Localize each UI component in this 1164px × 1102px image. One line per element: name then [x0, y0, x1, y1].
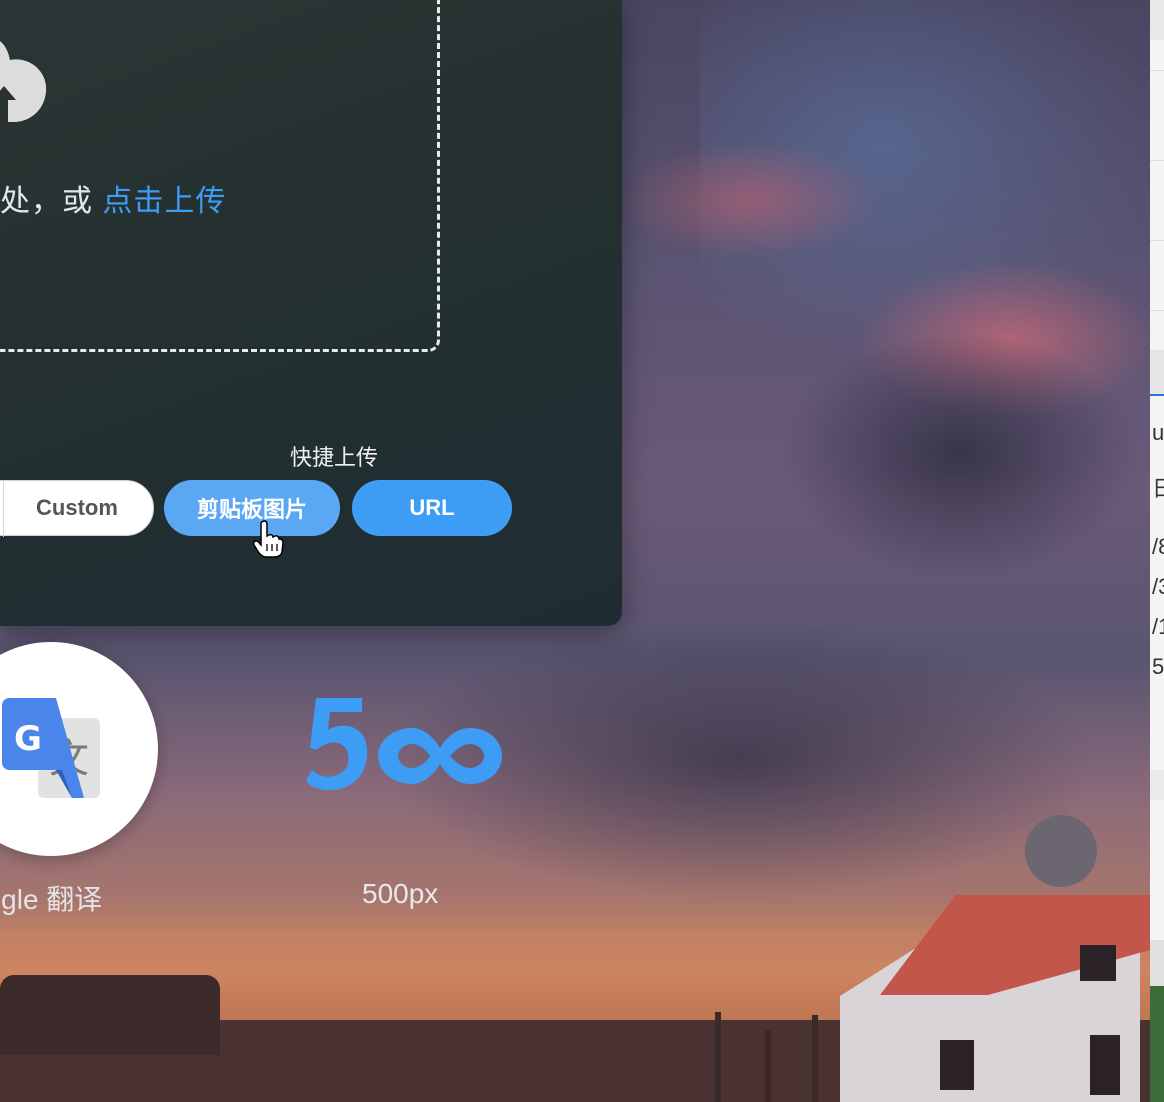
url-button-label: URL — [409, 495, 455, 520]
url-upload-button[interactable]: URL — [352, 480, 512, 536]
hand-pointer-cursor-icon — [252, 520, 284, 558]
window-strip — [1150, 0, 1164, 40]
upload-instruction: 处，或 点击上传 — [0, 176, 226, 220]
divider — [1150, 70, 1164, 71]
500px-label[interactable]: 500px — [362, 878, 438, 910]
cloud-upload-icon — [0, 41, 47, 122]
utility-pole — [765, 1030, 771, 1102]
house-window — [1090, 1035, 1120, 1095]
500px-logo-icon[interactable] — [304, 694, 504, 798]
text-fragment: 5 — [1152, 654, 1164, 679]
house-window — [1080, 945, 1116, 981]
street-sign — [1025, 815, 1097, 887]
divider — [1150, 160, 1164, 161]
window-strip — [1150, 940, 1164, 986]
click-upload-link[interactable]: 点击上传 — [102, 185, 226, 218]
selection-bar — [1150, 394, 1164, 396]
custom-upload-button[interactable]: Custom — [0, 480, 154, 537]
utility-pole — [715, 1012, 721, 1102]
text-fragment: /1 — [1152, 614, 1164, 639]
button-divider — [3, 481, 4, 537]
custom-button-label: Custom — [36, 495, 118, 520]
background-window: ue 日 /8 /3 /1 5 — [1150, 0, 1164, 1102]
upload-panel: 处，或 点击上传 快捷上传 Custom 剪贴板图片 URL — [0, 0, 622, 626]
divider — [1150, 240, 1164, 241]
text-fragment: 日 — [1152, 476, 1164, 501]
divider — [1150, 310, 1164, 311]
thumbnail — [1150, 986, 1164, 1102]
utility-pole — [812, 1015, 818, 1102]
dark-cloud — [780, 330, 1140, 580]
window-strip — [1150, 770, 1164, 800]
google-translate-label[interactable]: oogle 翻译 — [0, 878, 102, 918]
desktop-background: ue 日 /8 /3 /1 5 处，或 点击上传 快捷上传 Custom 剪贴板… — [0, 0, 1164, 1102]
sunset-glow — [620, 140, 880, 260]
building-silhouette — [0, 975, 220, 1055]
text-fragment: ue — [1152, 420, 1164, 445]
upload-prompt-text: 处，或 — [0, 185, 103, 218]
window-strip — [1150, 350, 1164, 394]
house-window — [940, 1040, 974, 1090]
text-fragment: /3 — [1152, 574, 1164, 599]
svg-text:G: G — [14, 719, 42, 759]
text-fragment: /8 — [1152, 534, 1164, 559]
google-translate-icon[interactable]: 文 G — [0, 694, 104, 804]
quick-upload-label: 快捷上传 — [290, 445, 379, 470]
